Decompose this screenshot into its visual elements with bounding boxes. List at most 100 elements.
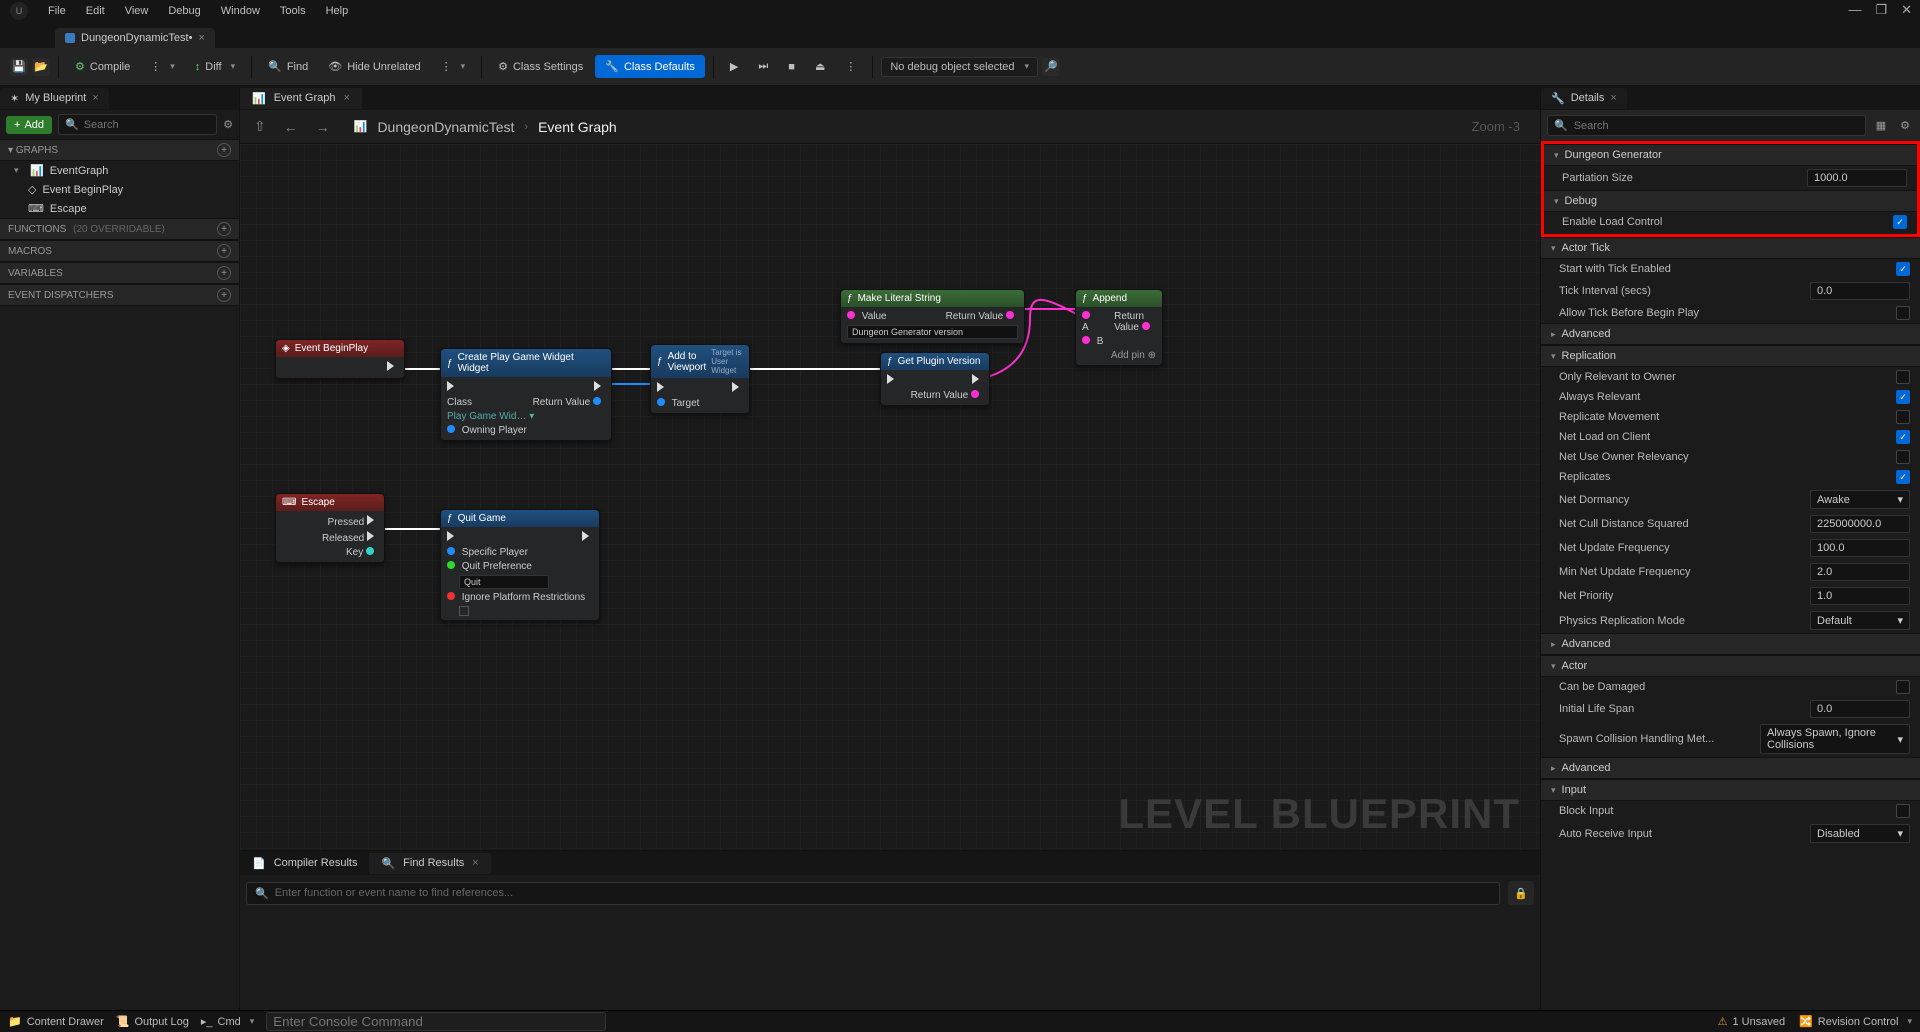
section-graphs[interactable]: ▾ GRAPHS + (0, 139, 239, 161)
node-append[interactable]: ƒ Append AReturn Value B Add pin ⊕ (1075, 289, 1163, 366)
find-scope-icon[interactable]: 🔒 (1508, 881, 1534, 905)
node-quit-game[interactable]: ƒ Quit Game Specific Player Quit Prefere… (440, 509, 600, 621)
close-icon[interactable]: × (1610, 92, 1616, 104)
cat-advanced-3[interactable]: ▸Advanced (1541, 757, 1920, 779)
stop-icon[interactable]: ■ (780, 57, 803, 77)
always-relevant-checkbox[interactable]: ✓ (1896, 390, 1910, 404)
add-graph-icon[interactable]: + (217, 143, 231, 157)
tick-interval-input[interactable] (1810, 282, 1910, 300)
net-priority-input[interactable] (1810, 587, 1910, 605)
hide-unrelated-button[interactable]: 👁Hide Unrelated (320, 56, 428, 77)
cat-dungeon-generator[interactable]: ▾Dungeon Generator (1544, 144, 1917, 166)
play-options[interactable]: ⋮ (837, 56, 864, 77)
debug-find-icon[interactable]: 🔎 (1042, 58, 1060, 76)
node-literal-string[interactable]: ƒ Make Literal String ValueReturn Value … (840, 289, 1025, 344)
graph-canvas[interactable]: LEVEL BLUEPRINT ◈ Event BeginPlay ƒ Crea… (240, 144, 1540, 850)
cat-replication[interactable]: ▾Replication (1541, 345, 1920, 367)
graph-escape[interactable]: ⌨ Escape (0, 199, 239, 218)
replicates-checkbox[interactable]: ✓ (1896, 470, 1910, 484)
search-input[interactable] (84, 119, 210, 131)
cat-debug[interactable]: ▾Debug (1544, 190, 1917, 212)
start-tick-checkbox[interactable]: ✓ (1896, 262, 1910, 276)
node-add-viewport[interactable]: ƒ Add to ViewportTarget is User Widget T… (650, 344, 750, 414)
add-variable-icon[interactable]: + (217, 266, 231, 280)
grid-icon[interactable]: ▦ (1872, 117, 1890, 134)
allow-tick-checkbox[interactable] (1896, 306, 1910, 320)
partition-size-input[interactable] (1807, 169, 1907, 187)
output-log-button[interactable]: 📜 Output Log (116, 1015, 189, 1028)
file-tab-dungeon[interactable]: DungeonDynamicTest• × (55, 28, 215, 48)
menu-debug[interactable]: Debug (168, 5, 200, 17)
compiler-results-tab[interactable]: 📄 Compiler Results (240, 853, 369, 874)
close-icon[interactable]: × (472, 857, 478, 869)
cmd-dropdown[interactable]: ▸_ Cmd (201, 1015, 254, 1028)
details-search-input[interactable] (1574, 120, 1859, 132)
nav-back-icon[interactable]: ← (280, 119, 302, 135)
find-results-search[interactable]: 🔍 Enter function or event name to find r… (246, 882, 1500, 905)
details-search[interactable]: 🔍 (1547, 115, 1866, 136)
play-icon[interactable]: ▶ (722, 56, 746, 77)
close-icon[interactable]: ✕ (1901, 2, 1912, 18)
menu-help[interactable]: Help (326, 5, 349, 17)
node-event-beginplay[interactable]: ◈ Event BeginPlay (275, 339, 405, 379)
section-macros[interactable]: MACROS + (0, 240, 239, 262)
menu-edit[interactable]: Edit (86, 5, 105, 17)
menu-window[interactable]: Window (221, 5, 260, 17)
section-variables[interactable]: VARIABLES + (0, 262, 239, 284)
hide-options[interactable]: ⋮ (433, 56, 474, 77)
unsaved-button[interactable]: ⚠1 Unsaved (1718, 1015, 1785, 1028)
menu-file[interactable]: File (48, 5, 66, 17)
cat-advanced-1[interactable]: ▸Advanced (1541, 323, 1920, 345)
close-icon[interactable]: × (92, 92, 98, 104)
content-drawer-button[interactable]: 📁 Content Drawer (8, 1015, 104, 1028)
my-blueprint-search[interactable]: 🔍 (58, 114, 217, 135)
life-span-input[interactable] (1810, 700, 1910, 718)
graph-eventgraph[interactable]: ▾📊 EventGraph (0, 161, 239, 180)
eject-icon[interactable]: ⏏ (807, 56, 833, 77)
browse-icon[interactable]: 📂 (32, 58, 50, 76)
close-tab-icon[interactable]: × (198, 32, 204, 44)
graph-event-beginplay[interactable]: ◇ Event BeginPlay (0, 180, 239, 199)
replicate-movement-checkbox[interactable] (1896, 410, 1910, 424)
net-load-checkbox[interactable]: ✓ (1896, 430, 1910, 444)
revision-control-button[interactable]: 🔀 Revision Control (1799, 1015, 1912, 1028)
only-relevant-checkbox[interactable] (1896, 370, 1910, 384)
find-results-tab[interactable]: 🔍 Find Results × (369, 853, 490, 874)
add-macro-icon[interactable]: + (217, 244, 231, 258)
close-icon[interactable]: × (343, 92, 349, 104)
auto-receive-select[interactable]: Disabled▾ (1810, 824, 1910, 843)
gear-icon[interactable]: ⚙ (1896, 117, 1914, 134)
spawn-collision-select[interactable]: Always Spawn, Ignore Collisions▾ (1760, 724, 1910, 754)
diff-button[interactable]: ↕Diff (187, 57, 243, 77)
enable-load-checkbox[interactable]: ✓ (1893, 215, 1907, 229)
details-tab[interactable]: 🔧 Details × (1541, 88, 1627, 109)
breadcrumb-leaf[interactable]: Event Graph (538, 119, 617, 135)
cat-actor-tick[interactable]: ▾Actor Tick (1541, 237, 1920, 259)
gear-icon[interactable]: ⚙ (223, 118, 233, 131)
menu-tools[interactable]: Tools (280, 5, 306, 17)
section-functions[interactable]: FUNCTIONS (20 OVERRIDABLE) + (0, 218, 239, 240)
add-dispatcher-icon[interactable]: + (217, 288, 231, 302)
compile-options[interactable]: ⋮ (142, 56, 183, 77)
physics-rep-select[interactable]: Default▾ (1810, 611, 1910, 630)
maximize-icon[interactable]: ❐ (1875, 2, 1887, 18)
node-plugin-version[interactable]: ƒ Get Plugin Version Return Value (880, 352, 990, 406)
debug-object-select[interactable]: No debug object selected (881, 57, 1038, 77)
compile-button[interactable]: ⚙Compile (67, 56, 138, 77)
cat-actor[interactable]: ▾Actor (1541, 655, 1920, 677)
event-graph-tab[interactable]: 📊 Event Graph × (240, 88, 362, 109)
menu-view[interactable]: View (125, 5, 149, 17)
min-net-update-input[interactable] (1810, 563, 1910, 581)
save-icon[interactable]: 💾 (10, 58, 28, 76)
find-button[interactable]: 🔍Find (260, 56, 316, 77)
cat-input[interactable]: ▾Input (1541, 779, 1920, 801)
net-update-input[interactable] (1810, 539, 1910, 557)
breadcrumb-root[interactable]: DungeonDynamicTest (377, 119, 514, 135)
nav-fwd-icon[interactable]: → (312, 119, 334, 135)
console-command-input[interactable] (266, 1012, 606, 1031)
step-icon[interactable]: ⏭ (750, 56, 776, 77)
node-escape[interactable]: ⌨ Escape Pressed Released Key (275, 493, 385, 563)
block-input-checkbox[interactable] (1896, 804, 1910, 818)
add-button[interactable]: +Add (6, 116, 52, 134)
node-create-widget[interactable]: ƒ Create Play Game Widget Widget ClassRe… (440, 348, 612, 441)
